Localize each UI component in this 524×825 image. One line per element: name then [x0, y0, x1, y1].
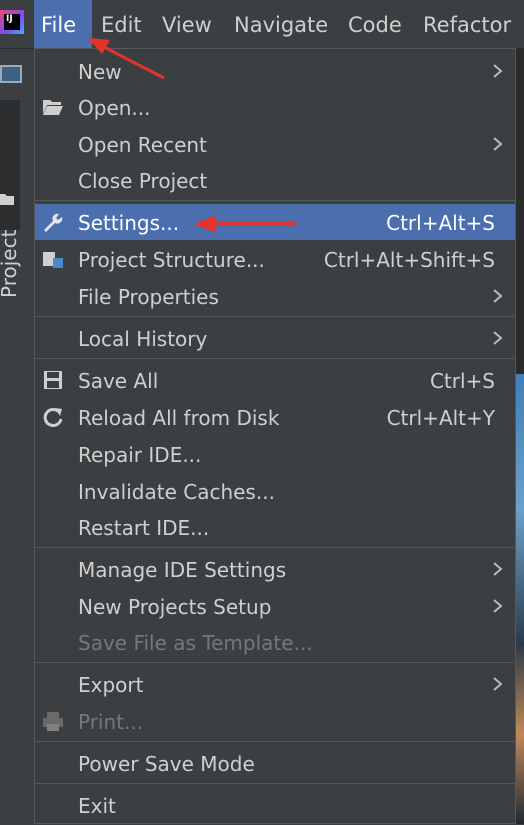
file-properties-label: File Properties — [78, 285, 219, 309]
printer-icon — [43, 712, 63, 731]
local-history-label: Local History — [78, 327, 208, 351]
file-menu-dropdown: New Open... Open Recent Close Project Se… — [34, 48, 516, 824]
project-structure-shortcut: Ctrl+Alt+Shift+S — [323, 248, 495, 272]
menu-separator — [35, 316, 515, 317]
menu-file[interactable]: File — [34, 0, 92, 48]
submenu-arrow-icon — [493, 562, 503, 576]
save-all-label: Save All — [78, 369, 159, 393]
menu-item-settings[interactable]: Settings... Ctrl+Alt+S — [35, 204, 515, 240]
export-label: Export — [78, 673, 144, 697]
menu-separator — [35, 358, 515, 359]
reload-icon — [43, 407, 63, 427]
menu-item-print: Print... — [35, 703, 515, 739]
menu-item-power-save-mode[interactable]: Power Save Mode — [35, 745, 515, 781]
editor-area-edge — [516, 49, 524, 374]
exit-label: Exit — [78, 794, 116, 818]
save-icon — [44, 371, 62, 389]
submenu-arrow-icon — [493, 599, 503, 613]
menu-separator — [35, 200, 515, 201]
menu-separator — [35, 662, 515, 663]
menu-item-open-recent[interactable]: Open Recent — [35, 126, 515, 162]
menu-separator — [35, 741, 515, 742]
project-tab-label: Project — [0, 229, 21, 298]
project-structure-icon — [43, 252, 63, 268]
menu-code[interactable]: Code — [341, 0, 409, 48]
submenu-arrow-icon — [493, 64, 503, 78]
menu-item-file-properties[interactable]: File Properties — [35, 278, 515, 314]
manage-ide-settings-label: Manage IDE Settings — [78, 558, 287, 582]
menu-item-invalidate-caches[interactable]: Invalidate Caches... — [35, 473, 515, 509]
menu-separator — [35, 783, 515, 784]
menu-edit[interactable]: Edit — [94, 0, 150, 48]
print-label: Print... — [78, 710, 144, 734]
menu-refactor-label: Refactor — [423, 13, 512, 37]
wrench-icon — [44, 213, 63, 232]
close-project-label: Close Project — [78, 169, 208, 193]
save-all-shortcut: Ctrl+S — [429, 369, 495, 393]
menu-item-open[interactable]: Open... — [35, 89, 515, 125]
save-template-label: Save File as Template... — [78, 631, 313, 655]
menu-item-project-structure[interactable]: Project Structure... Ctrl+Alt+Shift+S — [35, 241, 515, 277]
menu-item-manage-ide-settings[interactable]: Manage IDE Settings — [35, 551, 515, 587]
menu-refactor[interactable]: Refactor — [416, 0, 524, 48]
menu-view[interactable]: View — [155, 0, 219, 48]
menu-navigate[interactable]: Navigate — [227, 0, 333, 48]
menu-navigate-label: Navigate — [234, 13, 329, 37]
menu-item-reload[interactable]: Reload All from Disk Ctrl+Alt+Y — [35, 399, 515, 435]
invalidate-caches-label: Invalidate Caches... — [78, 480, 275, 504]
window-icon[interactable] — [0, 62, 22, 84]
submenu-arrow-icon — [493, 289, 503, 303]
menu-separator — [35, 547, 515, 548]
restart-ide-label: Restart IDE... — [78, 516, 210, 540]
menu-item-repair-ide[interactable]: Repair IDE... — [35, 436, 515, 472]
menu-item-save-file-as-template: Save File as Template... — [35, 624, 515, 660]
power-save-mode-label: Power Save Mode — [78, 752, 255, 776]
open-label: Open... — [78, 96, 151, 120]
menu-item-new[interactable]: New — [35, 53, 515, 89]
menu-item-new-projects-setup[interactable]: New Projects Setup — [35, 588, 515, 624]
menu-item-local-history[interactable]: Local History — [35, 320, 515, 356]
reload-label: Reload All from Disk — [78, 406, 280, 430]
folder-open-icon — [43, 100, 63, 115]
submenu-arrow-icon — [493, 137, 503, 151]
background-image-edge — [516, 374, 524, 824]
project-tool-tab[interactable]: Project — [0, 100, 21, 298]
menu-item-save-all[interactable]: Save All Ctrl+S — [35, 362, 515, 398]
folder-icon — [0, 194, 14, 205]
reload-shortcut: Ctrl+Alt+Y — [386, 406, 495, 430]
settings-shortcut: Ctrl+Alt+S — [386, 211, 495, 235]
menu-code-label: Code — [348, 13, 402, 37]
settings-label: Settings... — [78, 211, 180, 235]
project-structure-label: Project Structure... — [78, 248, 265, 272]
new-projects-setup-label: New Projects Setup — [78, 595, 272, 619]
menu-edit-label: Edit — [101, 13, 142, 37]
submenu-arrow-icon — [493, 677, 503, 691]
menu-item-export[interactable]: Export — [35, 666, 515, 702]
open-recent-label: Open Recent — [78, 133, 207, 157]
menu-view-label: View — [162, 13, 212, 37]
menu-file-label: File — [41, 13, 77, 37]
new-label: New — [78, 60, 122, 84]
menu-item-exit[interactable]: Exit — [35, 787, 515, 823]
intellij-logo-icon[interactable]: IJ — [0, 10, 24, 34]
repair-ide-label: Repair IDE... — [78, 443, 202, 467]
menu-item-restart-ide[interactable]: Restart IDE... — [35, 509, 515, 545]
menu-bar: IJ File Edit View Navigate Code Refactor — [0, 0, 524, 49]
menu-item-close-project[interactable]: Close Project — [35, 162, 515, 198]
submenu-arrow-icon — [493, 331, 503, 345]
